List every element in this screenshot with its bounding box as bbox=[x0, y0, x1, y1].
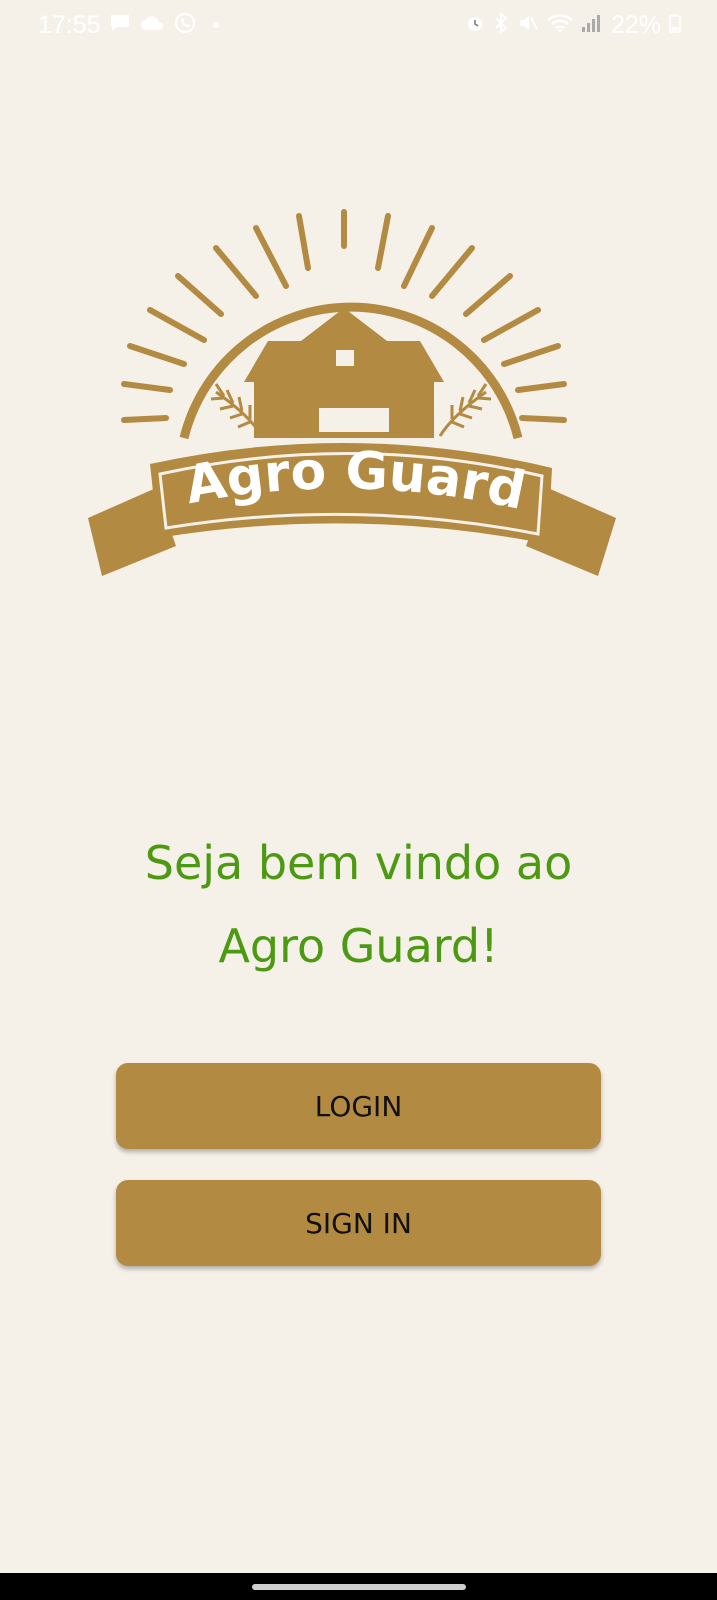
chat-icon bbox=[109, 13, 131, 37]
bluetooth-icon bbox=[493, 11, 509, 38]
wifi-icon bbox=[547, 13, 573, 37]
battery-percent: 22% bbox=[610, 10, 661, 39]
battery-icon bbox=[669, 13, 681, 37]
notification-dot-icon bbox=[212, 22, 219, 28]
status-time: 17:55 bbox=[38, 10, 101, 39]
status-left: 17:55 bbox=[38, 11, 219, 40]
sign-in-button[interactable]: SIGN IN bbox=[116, 1180, 601, 1266]
agro-guard-logo: Agro Guard bbox=[86, 206, 630, 590]
signal-icon bbox=[581, 13, 603, 37]
welcome-line-2: Agro Guard! bbox=[218, 919, 499, 973]
alarm-icon bbox=[465, 13, 485, 37]
home-indicator[interactable] bbox=[252, 1584, 466, 1590]
welcome-message: Seja bem vindo ao Agro Guard! bbox=[0, 822, 717, 988]
welcome-screen: 17:55 22% Agro Guard Seja bem vindo ao A… bbox=[0, 0, 717, 1600]
whatsapp-icon bbox=[173, 11, 197, 39]
cloud-icon bbox=[139, 13, 165, 37]
navigation-bar bbox=[0, 1573, 717, 1600]
login-button[interactable]: LOGIN bbox=[116, 1063, 601, 1149]
welcome-line-1: Seja bem vindo ao bbox=[144, 836, 573, 890]
status-right: 22% bbox=[465, 11, 681, 40]
mute-icon bbox=[517, 12, 539, 38]
status-bar: 17:55 22% bbox=[0, 0, 717, 50]
